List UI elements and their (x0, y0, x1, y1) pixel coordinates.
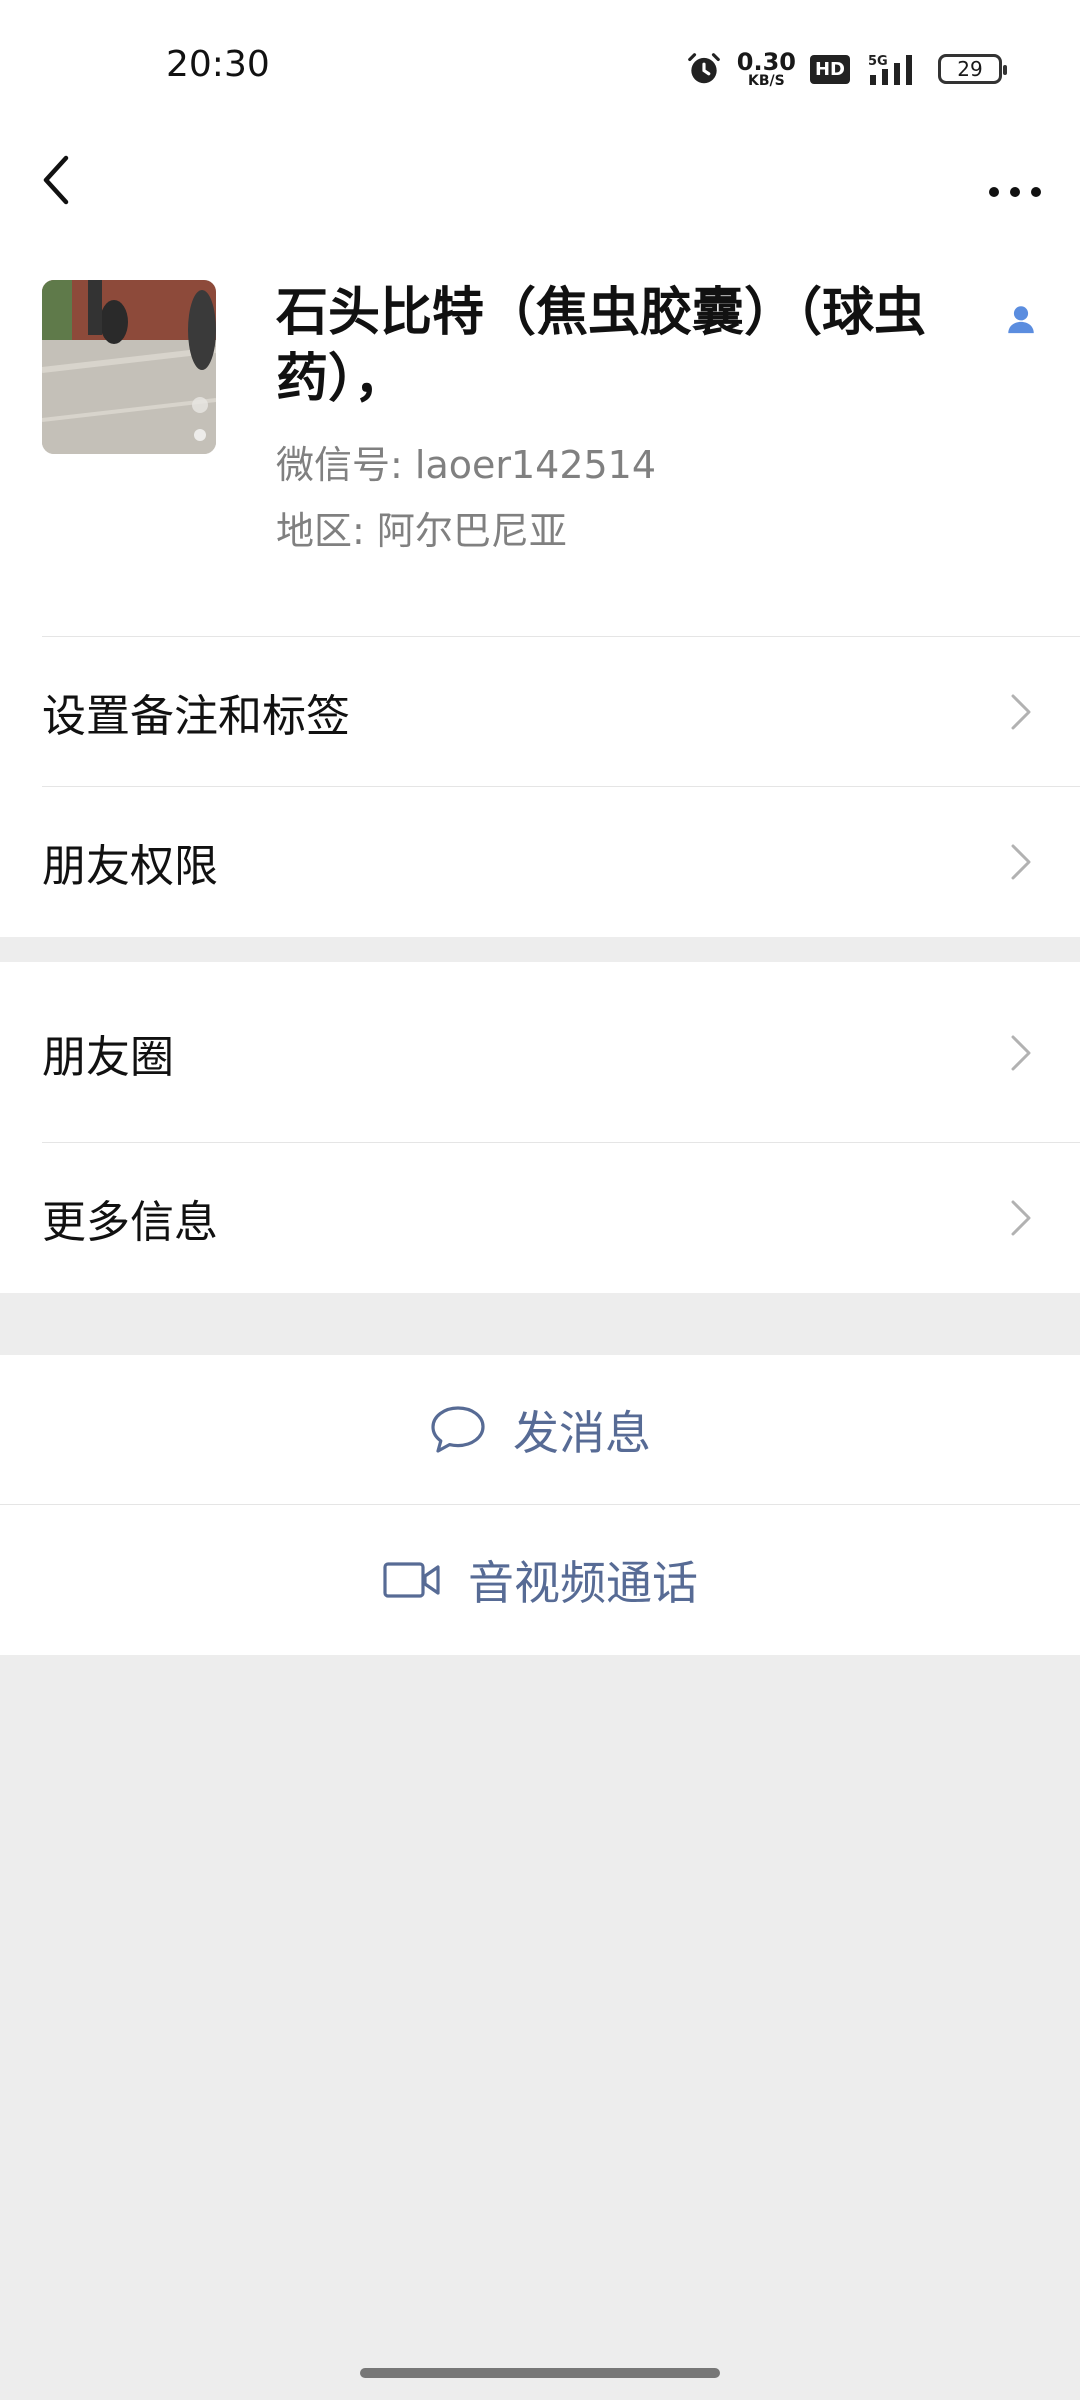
chevron-right-icon (1011, 1035, 1031, 1070)
name-block: 石头比特（焦虫胶囊）（球虫药）， (276, 280, 996, 412)
remarks-and-tags-label: 设置备注和标签 (42, 691, 350, 742)
region: 地区: 阿尔巴尼亚 (276, 509, 567, 553)
settings-group-2: 朋友圈 更多信息 (0, 962, 1080, 1293)
profile-card: 石头比特（焦虫胶囊）（球虫药）， 微信号: laoer142514 地区: 阿尔… (0, 230, 1080, 637)
network-speed: 0.30 KB/S (737, 50, 796, 88)
status-indicators: 0.30 KB/S HD 5G 29 (685, 44, 1007, 94)
more-info-label: 更多信息 (42, 1197, 218, 1248)
contact-person-icon (1008, 306, 1034, 334)
signal-5g-icon: 5G (868, 54, 912, 85)
alarm-icon (687, 53, 720, 84)
video-call-label: 音视频通话 (468, 1556, 698, 1610)
battery-level: 29 (957, 57, 983, 81)
moments-item[interactable]: 朋友圈 (0, 962, 1080, 1143)
nav-header (0, 130, 1080, 230)
chevron-right-icon (1011, 694, 1031, 730)
more-info-item[interactable]: 更多信息 (0, 1143, 1080, 1293)
send-message-button[interactable]: 发消息 (0, 1355, 1080, 1505)
wechat-id: 微信号: laoer142514 (276, 443, 657, 487)
status-bar: 20:30 0.30 KB/S HD 5G 29 (0, 0, 1080, 130)
battery-indicator: 29 (938, 54, 1007, 84)
avatar[interactable] (42, 280, 216, 454)
home-indicator[interactable] (360, 2368, 720, 2378)
settings-group-1: 设置备注和标签 朋友权限 (0, 637, 1080, 937)
network-speed-unit: KB/S (748, 73, 785, 89)
chat-bubble-icon (431, 1406, 485, 1453)
network-type-label: 5G (868, 54, 888, 69)
video-call-button[interactable]: 音视频通话 (0, 1505, 1080, 1655)
video-camera-icon (383, 1562, 440, 1598)
friend-permissions-label: 朋友权限 (42, 841, 218, 892)
friend-permissions-item[interactable]: 朋友权限 (0, 787, 1080, 937)
network-speed-value: 0.30 (736, 48, 796, 76)
contact-name: 石头比特（焦虫胶囊）（球虫药）， (276, 283, 927, 409)
send-message-label: 发消息 (513, 1406, 651, 1460)
hd-badge: HD (809, 54, 850, 84)
more-options-button[interactable] (980, 150, 1050, 210)
remarks-and-tags-item[interactable]: 设置备注和标签 (0, 637, 1080, 787)
chevron-right-icon (1011, 844, 1031, 880)
chevron-right-icon (1011, 1200, 1031, 1236)
moments-label: 朋友圈 (42, 1031, 174, 1083)
contact-profile-page: 20:30 0.30 KB/S HD 5G 29 石头比特（焦虫胶囊）（球虫药）… (0, 0, 1080, 2400)
status-time: 20:30 (166, 44, 270, 85)
back-button[interactable] (30, 148, 90, 212)
